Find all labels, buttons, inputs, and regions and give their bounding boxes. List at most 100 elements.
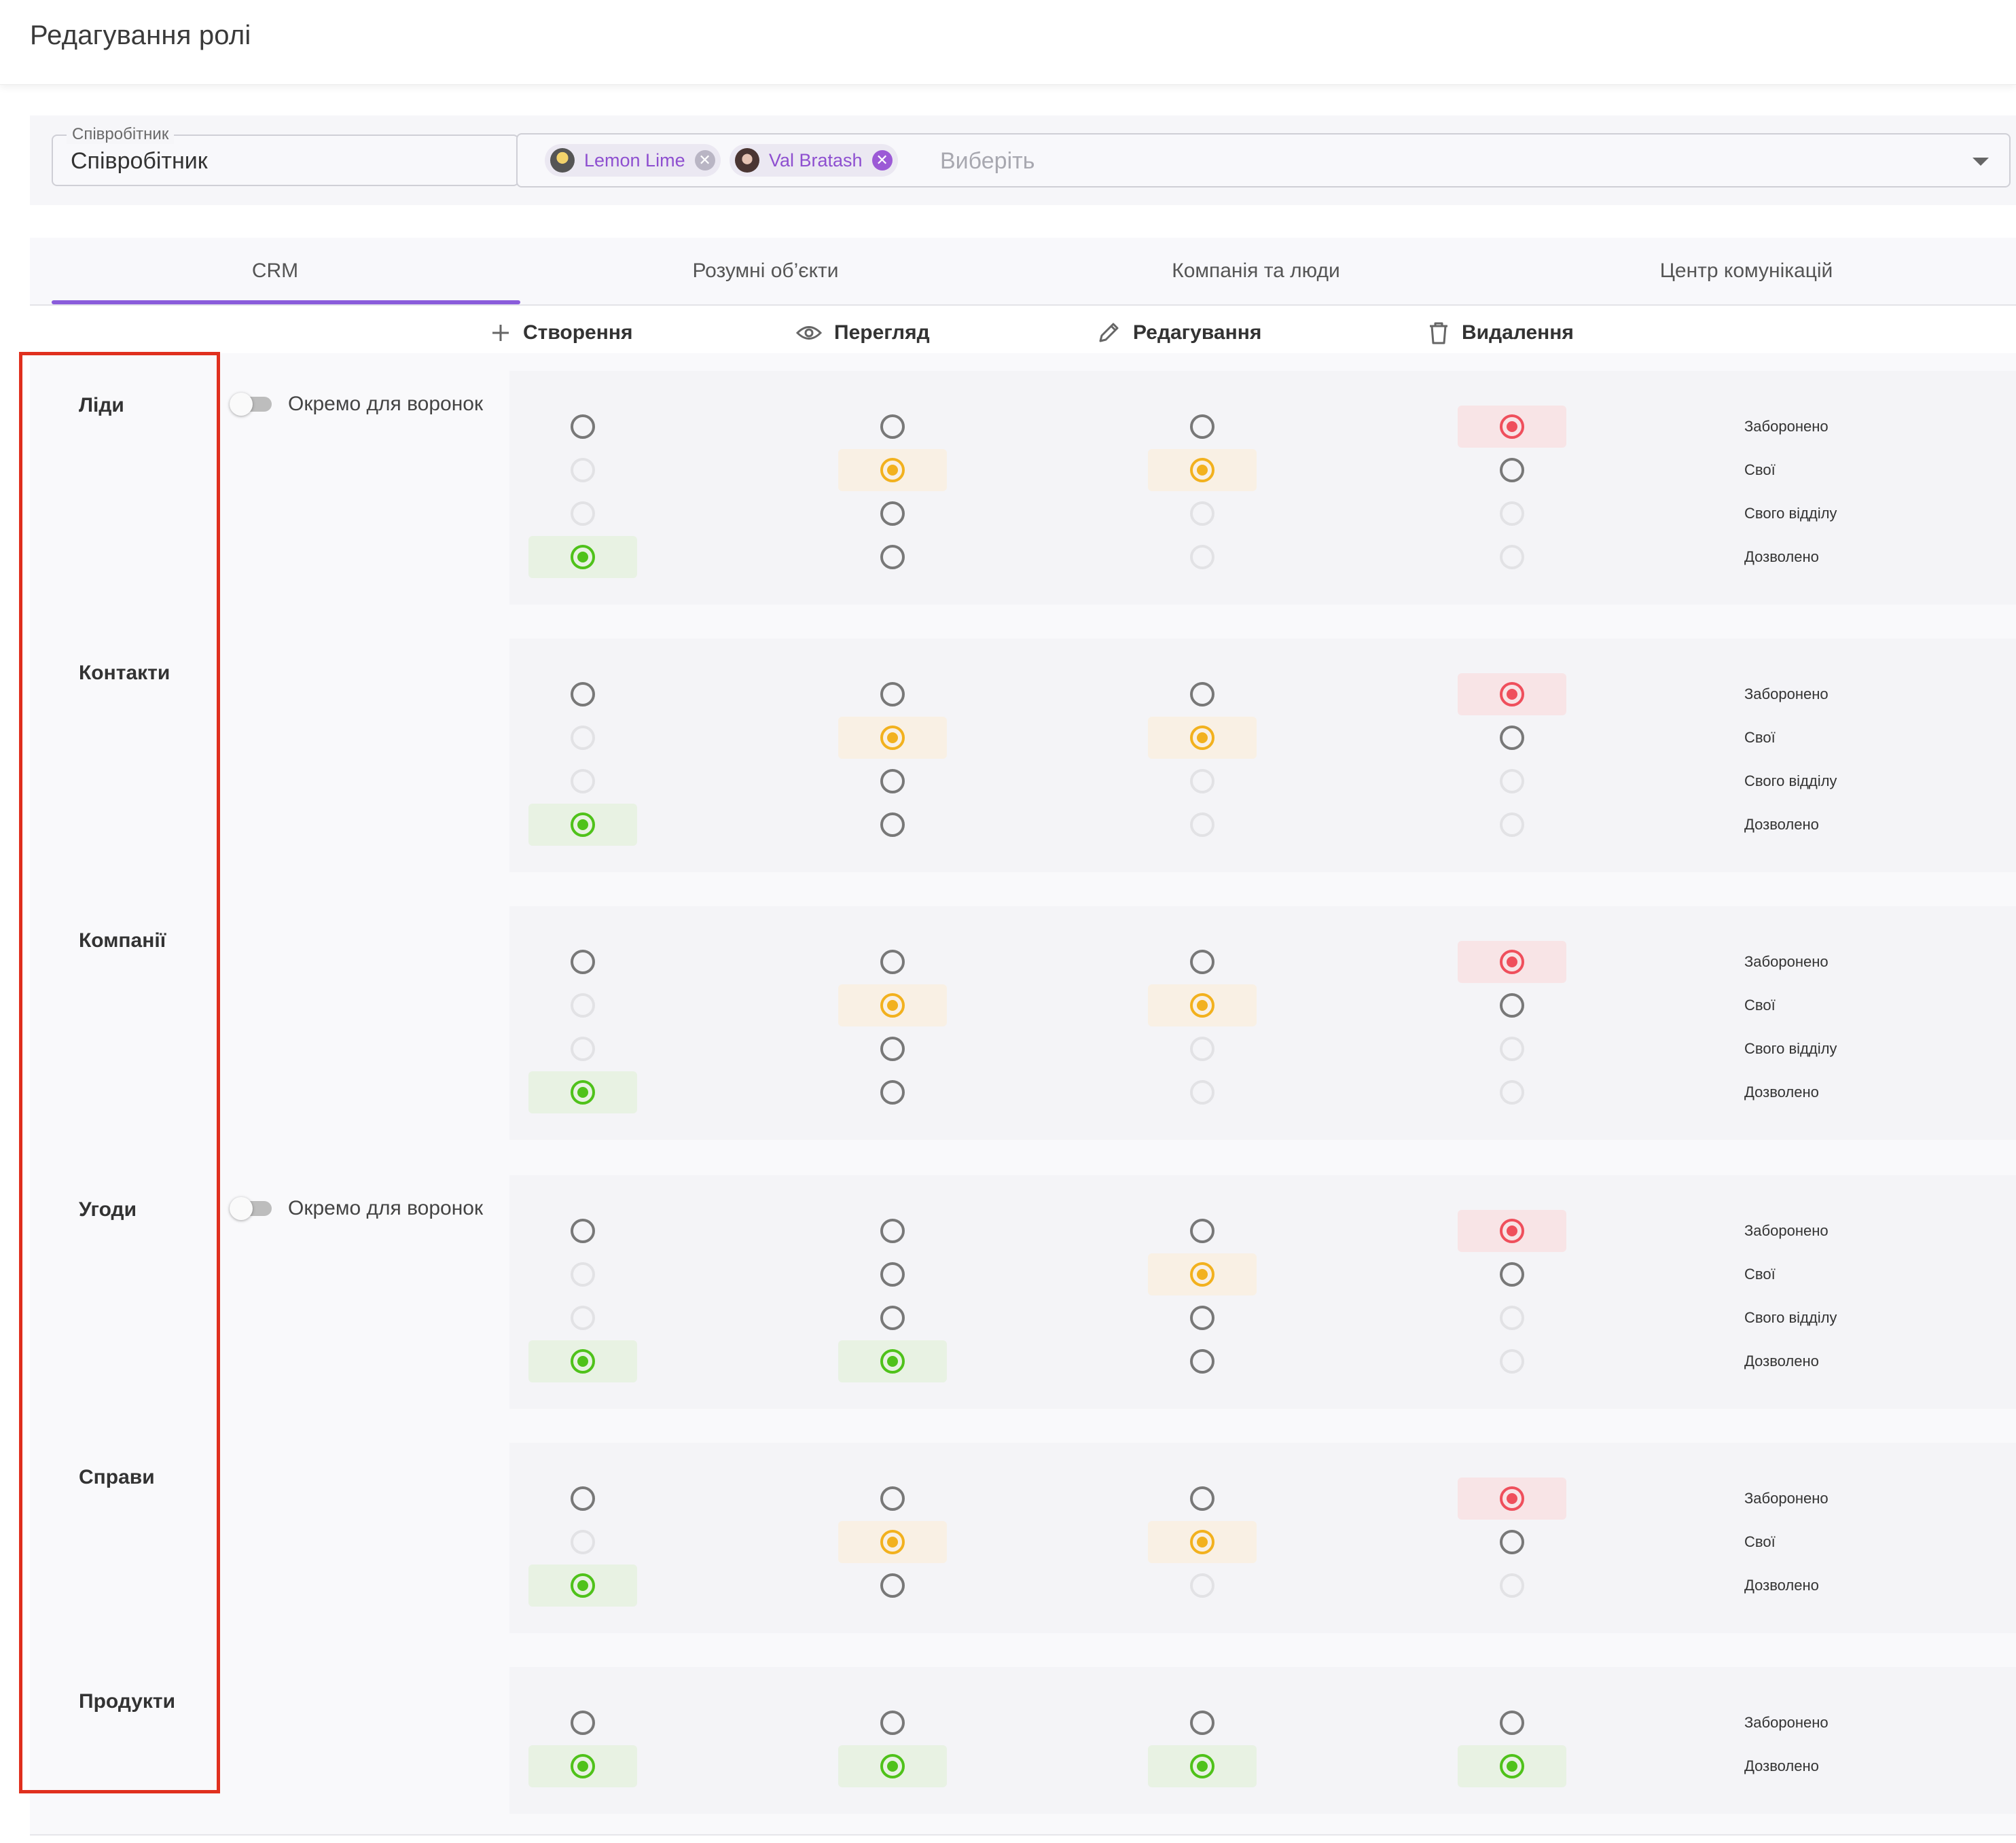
employees-select[interactable]: Lemon Lime ✕ Val Bratash ✕ Виберіть [516, 133, 2011, 187]
permission-radio[interactable] [1500, 1219, 1524, 1243]
permission-cell[interactable] [1148, 449, 1257, 491]
permission-cell[interactable] [838, 984, 947, 1026]
permission-cell[interactable] [838, 1521, 947, 1563]
permission-cell[interactable] [1148, 1521, 1257, 1563]
permission-radio[interactable] [880, 1486, 905, 1511]
permission-radio[interactable] [880, 993, 905, 1018]
permission-cell[interactable] [838, 449, 947, 491]
permission-cell[interactable] [838, 941, 947, 983]
funnel-toggle[interactable]: Окремо для воронок [230, 1197, 483, 1220]
permission-radio[interactable] [1500, 1711, 1524, 1735]
permission-cell[interactable] [1458, 673, 1566, 715]
permission-radio[interactable] [571, 1349, 595, 1374]
permission-radio[interactable] [880, 501, 905, 526]
permission-cell[interactable] [1458, 941, 1566, 983]
permission-radio[interactable] [880, 1219, 905, 1243]
permission-cell[interactable] [838, 1702, 947, 1744]
chevron-down-icon[interactable] [1973, 158, 1989, 166]
permission-cell[interactable] [1148, 673, 1257, 715]
permission-radio[interactable] [880, 726, 905, 750]
permission-radio[interactable] [1190, 1219, 1214, 1243]
permission-radio[interactable] [880, 1711, 905, 1735]
permission-cell[interactable] [528, 536, 637, 578]
permission-cell[interactable] [1148, 984, 1257, 1026]
permission-radio[interactable] [880, 1530, 905, 1554]
permission-radio[interactable] [880, 1306, 905, 1330]
remove-chip-icon[interactable]: ✕ [694, 150, 715, 171]
permission-radio[interactable] [1500, 1530, 1524, 1554]
permission-radio[interactable] [571, 1754, 595, 1778]
permission-radio[interactable] [880, 458, 905, 482]
permission-cell[interactable] [838, 493, 947, 535]
tab-smart-objects[interactable]: Розумні об’єкти [520, 238, 1011, 304]
permission-cell[interactable] [1148, 941, 1257, 983]
permission-cell[interactable] [528, 673, 637, 715]
funnel-toggle[interactable]: Окремо для воронок [230, 393, 483, 416]
permission-radio[interactable] [1500, 458, 1524, 482]
tab-company-people[interactable]: Компанія та люди [1011, 238, 1501, 304]
permission-cell[interactable] [1148, 1745, 1257, 1787]
permission-radio[interactable] [571, 1573, 595, 1598]
permission-cell[interactable] [1148, 1210, 1257, 1252]
permission-cell[interactable] [1458, 1745, 1566, 1787]
permission-radio[interactable] [1500, 1486, 1524, 1511]
permission-radio[interactable] [1190, 1486, 1214, 1511]
permission-cell[interactable] [838, 1028, 947, 1070]
permission-radio[interactable] [1190, 1711, 1214, 1735]
permission-cell[interactable] [528, 406, 637, 448]
permission-radio[interactable] [1190, 950, 1214, 974]
permission-cell[interactable] [1148, 1253, 1257, 1295]
permission-cell[interactable] [1148, 1702, 1257, 1744]
permission-cell[interactable] [528, 1745, 637, 1787]
permission-cell[interactable] [528, 1564, 637, 1607]
permission-radio[interactable] [571, 682, 595, 706]
permission-radio[interactable] [571, 812, 595, 837]
permission-radio[interactable] [880, 812, 905, 837]
permission-radio[interactable] [1500, 726, 1524, 750]
permission-cell[interactable] [1148, 406, 1257, 448]
permission-radio[interactable] [880, 682, 905, 706]
permission-cell[interactable] [528, 1340, 637, 1382]
permission-radio[interactable] [1190, 458, 1214, 482]
permission-cell[interactable] [838, 1564, 947, 1607]
permission-cell[interactable] [1458, 717, 1566, 759]
permission-cell[interactable] [838, 1071, 947, 1113]
permission-cell[interactable] [528, 1210, 637, 1252]
permission-cell[interactable] [1148, 1478, 1257, 1520]
permission-cell[interactable] [1148, 717, 1257, 759]
permission-radio[interactable] [571, 1080, 595, 1105]
permission-radio[interactable] [880, 769, 905, 793]
permission-cell[interactable] [1458, 1210, 1566, 1252]
permission-radio[interactable] [1190, 1754, 1214, 1778]
permission-cell[interactable] [838, 1297, 947, 1339]
permission-radio[interactable] [1500, 414, 1524, 439]
tab-crm[interactable]: CRM [30, 238, 520, 304]
permission-cell[interactable] [1148, 1340, 1257, 1382]
permission-radio[interactable] [1190, 1306, 1214, 1330]
permission-cell[interactable] [838, 717, 947, 759]
permission-radio[interactable] [1500, 1754, 1524, 1778]
permission-radio[interactable] [880, 414, 905, 439]
permission-radio[interactable] [1500, 950, 1524, 974]
permission-cell[interactable] [528, 1702, 637, 1744]
permission-radio[interactable] [880, 1573, 905, 1598]
permission-cell[interactable] [838, 1253, 947, 1295]
permission-cell[interactable] [1458, 1253, 1566, 1295]
toggle-switch[interactable] [230, 1197, 272, 1220]
permission-cell[interactable] [1458, 1478, 1566, 1520]
permission-radio[interactable] [1190, 1262, 1214, 1287]
permission-cell[interactable] [1458, 449, 1566, 491]
permission-cell[interactable] [838, 1340, 947, 1382]
permission-cell[interactable] [1458, 984, 1566, 1026]
permission-radio[interactable] [880, 545, 905, 569]
permission-cell[interactable] [838, 1745, 947, 1787]
permission-cell[interactable] [838, 804, 947, 846]
permission-cell[interactable] [838, 673, 947, 715]
permission-radio[interactable] [880, 1262, 905, 1287]
permission-cell[interactable] [528, 941, 637, 983]
permission-cell[interactable] [528, 1478, 637, 1520]
permission-radio[interactable] [571, 1486, 595, 1511]
permission-cell[interactable] [528, 804, 637, 846]
permission-cell[interactable] [528, 1071, 637, 1113]
permission-cell[interactable] [1458, 1521, 1566, 1563]
